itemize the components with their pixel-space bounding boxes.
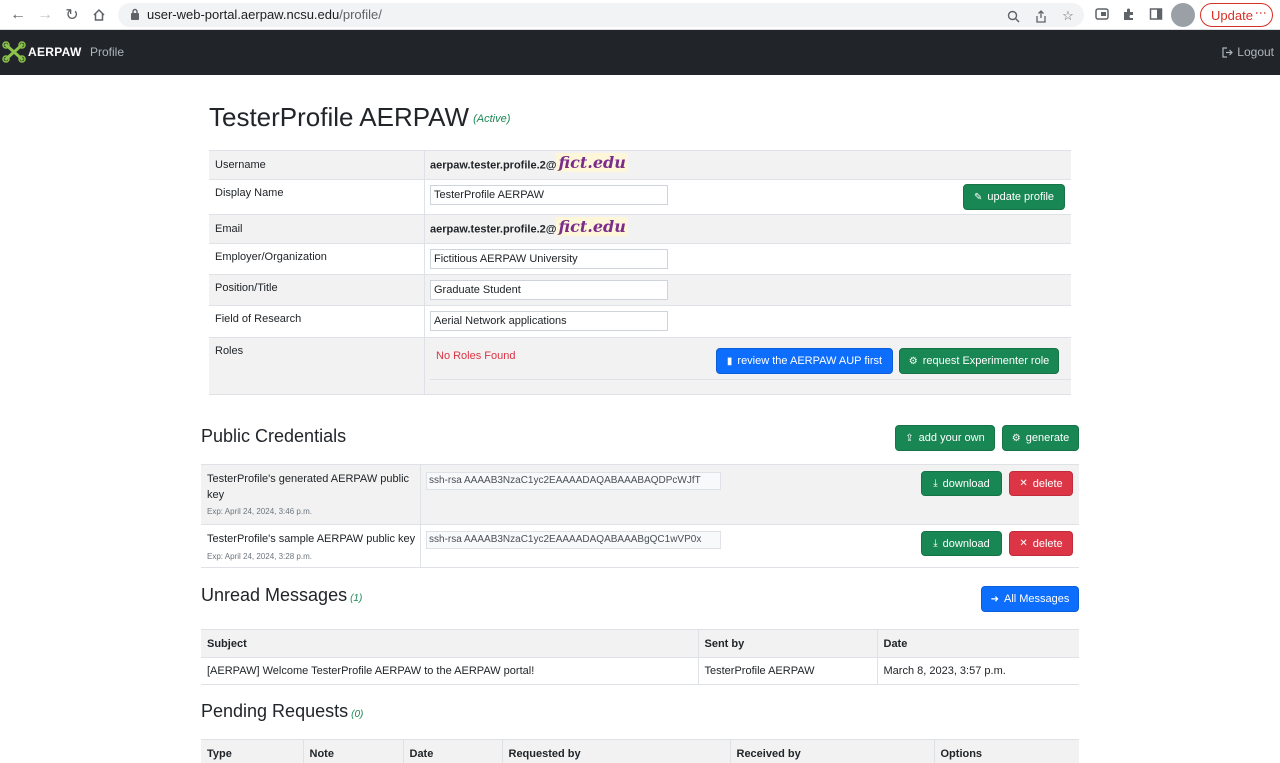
- status-badge: (Active): [473, 113, 511, 126]
- more-icon: ⋮: [1254, 7, 1268, 19]
- credential-row: TesterProfile's sample AERPAW public key…: [201, 524, 1079, 568]
- display-name-input[interactable]: TesterProfile AERPAW: [430, 185, 668, 205]
- column-header: Note: [303, 739, 404, 763]
- credential-expiration: Exp: April 24, 2024, 3:46 p.m.: [207, 507, 312, 516]
- field-label: Email: [215, 223, 243, 235]
- field-label: Employer/Organization: [215, 251, 327, 263]
- field-label: Roles: [215, 345, 244, 357]
- redacted-domain: fict.edu: [556, 217, 628, 236]
- logout-icon: [1222, 46, 1234, 58]
- browser-toolbar: ← → ↻ user-web-portal.aerpaw.ncsu.edu/pr…: [0, 0, 1280, 30]
- public-key-field[interactable]: ssh-rsa AAAAB3NzaC1yc2EAAAADAQABAAABgQC1…: [426, 531, 721, 549]
- pending-count: (0): [351, 709, 364, 720]
- messages-table: Subject Sent by Date [AERPAW] Welcome Te…: [201, 629, 1079, 685]
- close-icon: ✕: [1019, 538, 1028, 549]
- public-key-field[interactable]: ssh-rsa AAAAB3NzaC1yc2EAAAADAQABAAABAQDP…: [426, 472, 721, 490]
- column-header: Date: [877, 629, 1079, 658]
- field-label: Display Name: [215, 187, 284, 199]
- avatar[interactable]: [1171, 3, 1195, 27]
- message-sender: TesterProfile AERPAW: [698, 657, 878, 685]
- navbar: AERPAW Profile Logout: [0, 30, 1280, 75]
- review-aup-button[interactable]: ▮ review the AERPAW AUP first: [716, 348, 893, 374]
- page-title: TesterProfile AERPAW (Active): [209, 102, 511, 132]
- aerpaw-drone-icon: [2, 41, 26, 63]
- add-your-own-button[interactable]: ⇪ add your own: [895, 425, 995, 451]
- back-icon[interactable]: ←: [8, 5, 28, 25]
- all-messages-button[interactable]: ➜ All Messages: [981, 586, 1079, 612]
- share-icon[interactable]: [1033, 8, 1049, 24]
- download-icon: ⤓: [933, 538, 938, 549]
- field-label: Username: [215, 159, 266, 171]
- column-header: Sent by: [698, 629, 878, 658]
- column-header: Date: [403, 739, 503, 763]
- upload-icon: ⇪: [905, 432, 914, 444]
- profile-row-display-name: Display Name TesterProfile AERPAW ✎ updat…: [209, 179, 1071, 214]
- arrow-circle-right-icon: ➜: [990, 593, 999, 605]
- close-icon: ✕: [1019, 478, 1028, 489]
- credential-row: TesterProfile's generated AERPAW public …: [201, 464, 1079, 524]
- message-subject[interactable]: [AERPAW] Welcome TesterProfile AERPAW to…: [201, 657, 699, 685]
- brand-logo[interactable]: AERPAW: [2, 41, 82, 63]
- profile-row-username: Username aerpaw.tester.profile.2@ fict.ed…: [209, 150, 1071, 179]
- email-value: aerpaw.tester.profile.2@ fict.edu: [430, 217, 628, 236]
- pending-title: Pending Requests (0): [201, 701, 364, 721]
- table-row[interactable]: [AERPAW] Welcome TesterProfile AERPAW to…: [201, 657, 1079, 685]
- position-input[interactable]: Graduate Student: [430, 280, 668, 300]
- field-label: Position/Title: [215, 282, 278, 294]
- research-input[interactable]: Aerial Network applications: [430, 311, 668, 331]
- pencil-icon: ✎: [973, 191, 983, 203]
- pending-table: Type Note Date Requested by Received by …: [201, 739, 1079, 763]
- request-role-button[interactable]: ⚙ request Experimenter role: [899, 348, 1059, 374]
- profile-row-research: Field of Research Aerial Network applica…: [209, 305, 1071, 337]
- address-bar[interactable]: user-web-portal.aerpaw.ncsu.edu/profile/…: [118, 3, 1084, 27]
- download-icon: ⤓: [933, 478, 938, 489]
- column-header: Options: [934, 739, 1079, 763]
- profile-row-email: Email aerpaw.tester.profile.2@ fict.edu: [209, 214, 1071, 243]
- update-profile-button[interactable]: ✎ update profile: [963, 184, 1065, 210]
- zoom-icon[interactable]: [1005, 8, 1021, 24]
- credential-name: TesterProfile's generated AERPAW public …: [207, 473, 410, 501]
- generate-button[interactable]: ⚙ generate: [1002, 425, 1079, 451]
- user-gear-icon: ⚙: [908, 355, 918, 367]
- column-header: Type: [201, 739, 304, 763]
- gears-icon: ⚙: [1011, 432, 1021, 444]
- field-label: Field of Research: [215, 313, 302, 325]
- delete-button[interactable]: ✕ delete: [1009, 531, 1073, 556]
- logout-link[interactable]: Logout: [1222, 45, 1274, 59]
- reload-icon[interactable]: ↻: [62, 5, 82, 25]
- employer-input[interactable]: Fictitious AERPAW University: [430, 249, 668, 269]
- column-header: Subject: [201, 629, 699, 658]
- sidepanel-icon[interactable]: [1148, 6, 1164, 22]
- column-header: Requested by: [502, 739, 731, 763]
- home-icon[interactable]: [89, 5, 109, 25]
- url-text: user-web-portal.aerpaw.ncsu.edu/profile/: [147, 7, 382, 22]
- profile-row-employer: Employer/Organization Fictitious AERPAW …: [209, 243, 1071, 274]
- book-icon: ▮: [726, 355, 733, 367]
- extension-icon[interactable]: [1094, 6, 1110, 22]
- credential-name: TesterProfile's sample AERPAW public key: [207, 533, 416, 545]
- delete-button[interactable]: ✕ delete: [1009, 471, 1073, 496]
- profile-row-roles: Roles No Roles Found ▮ review the AERPAW …: [209, 337, 1071, 395]
- username-value: aerpaw.tester.profile.2@ fict.edu: [430, 153, 628, 172]
- puzzle-icon[interactable]: [1121, 6, 1137, 22]
- messages-title: Unread Messages (1): [201, 585, 363, 605]
- credential-expiration: Exp: April 24, 2024, 3:28 p.m.: [207, 552, 312, 561]
- message-date: March 8, 2023, 3:57 p.m.: [877, 657, 1079, 685]
- credentials-title: Public Credentials: [201, 426, 347, 446]
- brand-text: AERPAW: [28, 45, 82, 59]
- messages-count: (1): [350, 593, 363, 604]
- forward-icon[interactable]: →: [35, 5, 55, 25]
- download-button[interactable]: ⤓ download: [921, 531, 1002, 556]
- download-button[interactable]: ⤓ download: [921, 471, 1002, 496]
- no-roles-text: No Roles Found: [436, 350, 516, 362]
- lock-icon: [131, 8, 139, 20]
- redacted-domain: fict.edu: [556, 153, 628, 172]
- nav-profile-link[interactable]: Profile: [90, 45, 124, 59]
- column-header: Received by: [730, 739, 935, 763]
- profile-row-position: Position/Title Graduate Student: [209, 274, 1071, 305]
- bookmark-star-icon[interactable]: ☆: [1060, 8, 1076, 24]
- update-button[interactable]: Update ⋮: [1200, 3, 1273, 27]
